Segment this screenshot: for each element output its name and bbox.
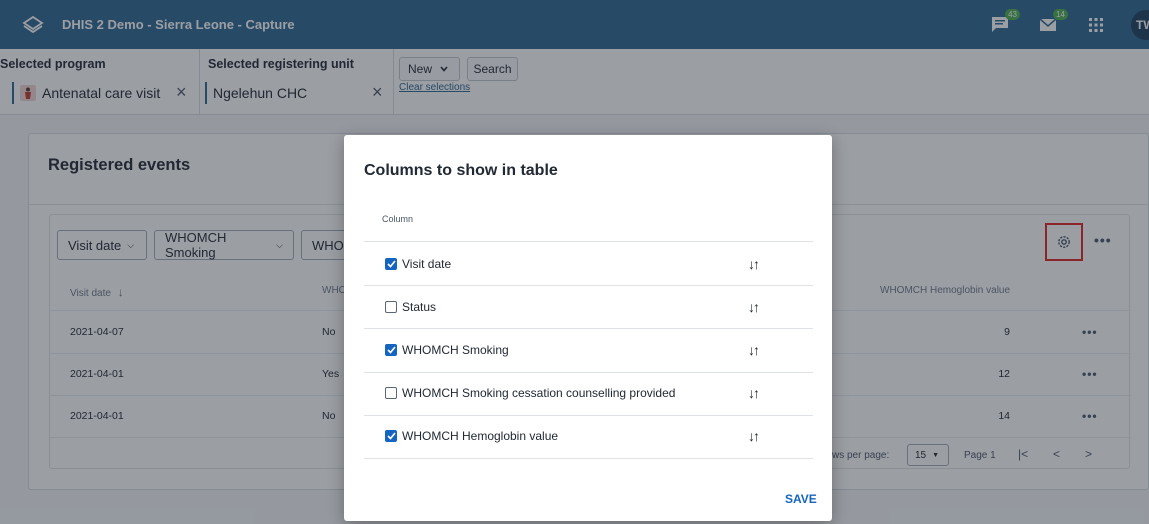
drag-sort-icon[interactable]: ↓↑ xyxy=(748,342,760,358)
divider xyxy=(364,285,813,286)
drag-sort-icon[interactable]: ↓↑ xyxy=(748,385,760,401)
column-option-smoking-cessation[interactable]: WHOMCH Smoking cessation counselling pro… xyxy=(385,385,675,401)
option-label: WHOMCH Hemoglobin value xyxy=(402,429,559,443)
dialog-title: Columns to show in table xyxy=(364,162,558,179)
divider xyxy=(364,458,813,459)
checkbox-checked-icon[interactable] xyxy=(385,258,397,270)
option-label: WHOMCH Smoking xyxy=(402,343,509,357)
column-option-visit-date[interactable]: Visit date xyxy=(385,256,451,272)
column-header: Column xyxy=(382,214,414,224)
column-option-hemoglobin[interactable]: WHOMCH Hemoglobin value xyxy=(385,428,558,444)
column-option-status[interactable]: Status xyxy=(385,299,436,315)
checkbox-unchecked-icon[interactable] xyxy=(385,301,397,313)
option-label: Status xyxy=(402,300,437,314)
divider xyxy=(364,328,813,329)
checkbox-checked-icon[interactable] xyxy=(385,344,397,356)
column-option-smoking[interactable]: WHOMCH Smoking xyxy=(385,342,509,358)
drag-sort-icon[interactable]: ↓↑ xyxy=(748,256,760,272)
checkbox-checked-icon[interactable] xyxy=(385,430,397,442)
divider xyxy=(364,415,813,416)
save-button[interactable]: SAVE xyxy=(785,492,817,506)
option-label: WHOMCH Smoking cessation counselling pro… xyxy=(402,386,676,400)
divider xyxy=(364,372,813,373)
drag-sort-icon[interactable]: ↓↑ xyxy=(748,428,760,444)
option-label: Visit date xyxy=(402,257,452,271)
divider xyxy=(364,241,813,242)
checkbox-unchecked-icon[interactable] xyxy=(385,387,397,399)
drag-sort-icon[interactable]: ↓↑ xyxy=(748,299,760,315)
columns-dialog: Columns to show in table Column Visit da… xyxy=(344,135,832,521)
